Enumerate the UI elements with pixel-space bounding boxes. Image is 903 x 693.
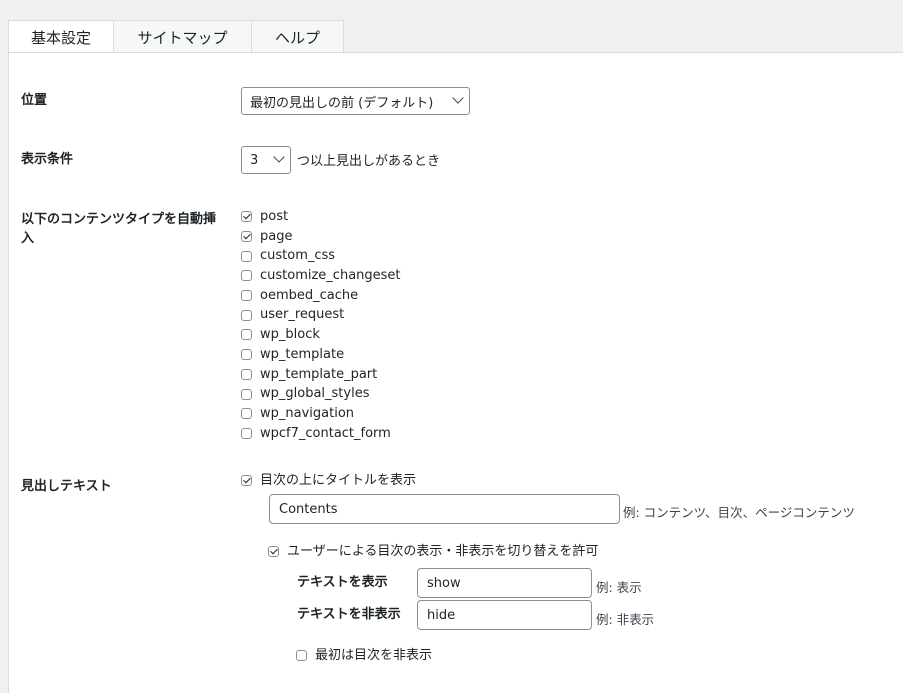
allow-toggle-label: ユーザーによる目次の表示・非表示を切り替えを許可: [287, 544, 599, 559]
tab-sitemap[interactable]: サイトマップ: [113, 20, 252, 53]
content-type-page[interactable]: page: [241, 227, 401, 247]
display-condition-suffix: つ以上見出しがあるとき: [297, 154, 441, 169]
content-type-wp-template[interactable]: wp_template: [241, 345, 401, 365]
checkbox[interactable]: [241, 329, 252, 341]
hide-initially-checkbox[interactable]: [296, 650, 307, 662]
show-text-hint: 例: 表示: [596, 580, 642, 595]
settings-tabs: 基本設定 サイトマップ ヘルプ: [8, 20, 344, 54]
content-types-label: 以下のコンテンツタイプを自動挿入: [21, 212, 217, 246]
checkbox-label: oembed_cache: [260, 287, 359, 303]
position-select[interactable]: 最初の見出しの前 (デフォルト): [241, 87, 470, 115]
chevron-down-icon: [273, 151, 285, 163]
checkbox[interactable]: [241, 388, 252, 400]
show-text-label: テキストを表示: [297, 575, 388, 590]
content-type-wpcf7-contact-form[interactable]: wpcf7_contact_form: [241, 424, 401, 444]
heading-count-value: 3: [250, 152, 259, 168]
checkbox-label: custom_css: [260, 248, 336, 264]
checkbox[interactable]: [241, 231, 252, 243]
hide-text-hint: 例: 非表示: [596, 612, 655, 627]
checkbox[interactable]: [241, 368, 252, 380]
settings-panel: 位置 最初の見出しの前 (デフォルト) 表示条件 3 つ以上見出しがあるとき 以…: [8, 52, 903, 693]
show-text-value: show: [427, 575, 461, 591]
tab-label: サイトマップ: [137, 28, 228, 47]
checkbox[interactable]: [241, 408, 252, 420]
title-text-value: Contents: [279, 501, 338, 517]
content-type-user-request[interactable]: user_request: [241, 305, 401, 325]
hide-initially-label: 最初は目次を非表示: [315, 648, 433, 663]
checkbox[interactable]: [241, 427, 252, 439]
title-hint: 例: コンテンツ、目次、ページコンテンツ: [623, 505, 855, 520]
checkbox-label: wpcf7_contact_form: [260, 425, 391, 441]
checkbox-label: wp_template_part: [260, 366, 378, 382]
content-type-wp-template-part[interactable]: wp_template_part: [241, 365, 401, 385]
checkbox-label: wp_block: [260, 327, 320, 343]
content-type-wp-global-styles[interactable]: wp_global_styles: [241, 384, 401, 404]
tab-label: ヘルプ: [274, 28, 320, 47]
checkbox[interactable]: [241, 309, 252, 321]
show-title-option[interactable]: 目次の上にタイトルを表示: [241, 471, 416, 491]
content-type-wp-navigation[interactable]: wp_navigation: [241, 404, 401, 424]
checkbox[interactable]: [241, 211, 252, 223]
allow-toggle-checkbox[interactable]: [268, 546, 279, 558]
content-type-custom-css[interactable]: custom_css: [241, 246, 401, 266]
checkbox-label: wp_global_styles: [260, 386, 370, 402]
heading-text-label: 見出しテキスト: [21, 479, 112, 494]
show-text-input[interactable]: show: [417, 568, 592, 598]
display-condition-label: 表示条件: [21, 152, 74, 167]
hide-text-label: テキストを非表示: [297, 607, 401, 622]
heading-count-select[interactable]: 3: [241, 146, 291, 174]
checkbox-label: post: [260, 209, 289, 224]
show-title-label: 目次の上にタイトルを表示: [260, 473, 417, 488]
content-type-customize-changeset[interactable]: customize_changeset: [241, 266, 401, 286]
hide-text-value: hide: [427, 607, 456, 623]
checkbox[interactable]: [241, 270, 252, 282]
checkbox-label: page: [260, 228, 293, 244]
hide-initially-option[interactable]: 最初は目次を非表示: [296, 646, 432, 666]
title-text-input[interactable]: Contents: [269, 494, 620, 524]
position-selected-value: 最初の見出しの前 (デフォルト): [250, 95, 434, 111]
checkbox-label: customize_changeset: [260, 268, 401, 284]
show-title-checkbox[interactable]: [241, 475, 252, 487]
tab-basic-settings[interactable]: 基本設定: [8, 20, 114, 54]
checkbox[interactable]: [241, 349, 252, 361]
checkbox-label: wp_navigation: [260, 405, 355, 421]
tab-label: 基本設定: [30, 29, 91, 47]
checkbox[interactable]: [241, 290, 252, 302]
checkbox-label: wp_template: [260, 346, 345, 362]
checkbox[interactable]: [241, 250, 252, 262]
chevron-down-icon: [452, 92, 464, 104]
content-type-list: post page custom_css customize_changeset…: [241, 207, 401, 443]
tab-help[interactable]: ヘルプ: [251, 20, 344, 53]
content-type-wp-block[interactable]: wp_block: [241, 325, 401, 345]
content-type-oembed-cache[interactable]: oembed_cache: [241, 286, 401, 306]
checkbox-label: user_request: [260, 307, 345, 323]
position-label: 位置: [21, 93, 48, 108]
content-type-post[interactable]: post: [241, 207, 401, 227]
allow-toggle-option[interactable]: ユーザーによる目次の表示・非表示を切り替えを許可: [268, 542, 598, 562]
hide-text-input[interactable]: hide: [417, 600, 592, 630]
